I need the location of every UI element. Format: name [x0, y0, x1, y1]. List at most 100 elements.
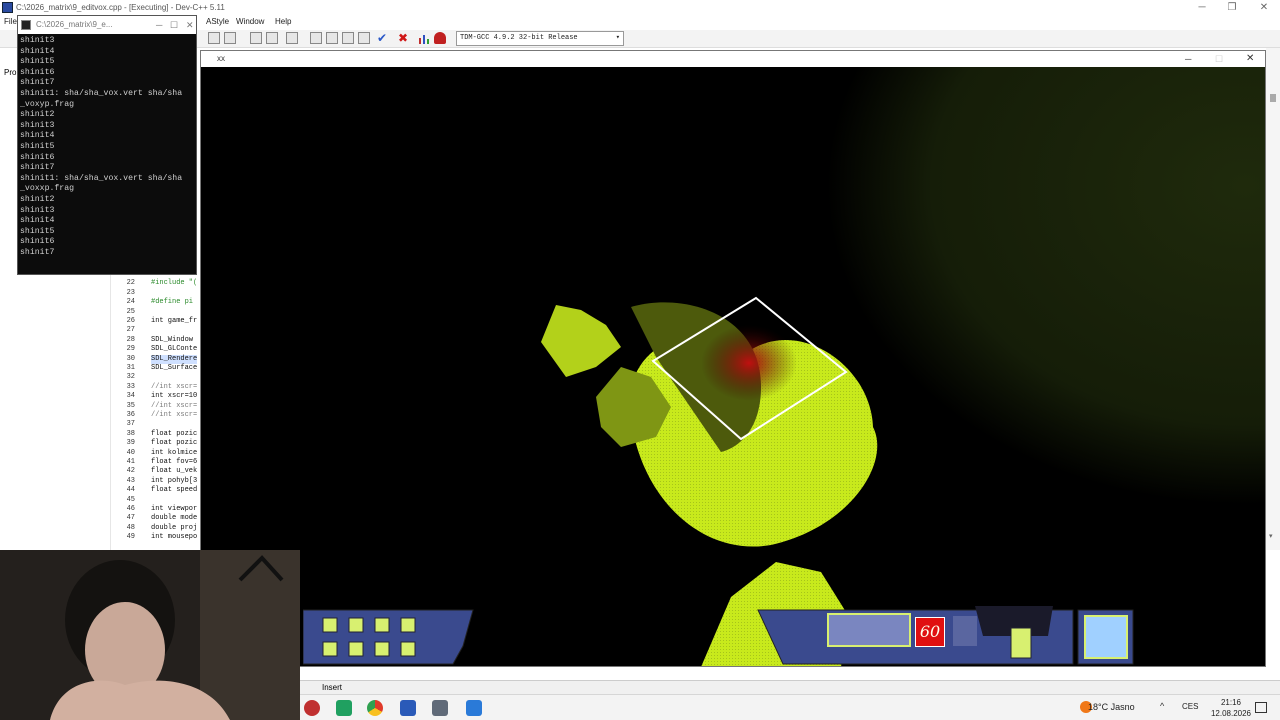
line-number: 24: [126, 298, 135, 307]
menu-astyle[interactable]: AStyle: [206, 17, 229, 26]
scroll-down-icon[interactable]: ▾: [1269, 532, 1273, 540]
notifications-icon[interactable]: [1255, 702, 1267, 713]
console-output: shinit3 shinit4 shinit5 shinit6 shinit7 shini…: [20, 36, 196, 272]
code-line: int game_fr: [151, 317, 198, 325]
voxel-scene: [541, 51, 1265, 666]
code-line: float pozic: [151, 439, 198, 448]
fps-counter: 60: [915, 617, 945, 647]
line-number: 42: [126, 467, 135, 476]
clock[interactable]: 21:16 12.08.2026: [1200, 697, 1262, 719]
code-line: int viewpor: [151, 505, 198, 513]
compiler-select-value: TDM-GCC 4.9.2 32-bit Release: [460, 34, 578, 42]
code-line: int mousepo: [151, 533, 198, 542]
line-number: 38: [126, 429, 135, 438]
check-syntax-icon[interactable]: ✔: [377, 32, 389, 44]
chart-icon[interactable]: [418, 33, 430, 44]
code-line: int xscr=10: [151, 392, 198, 401]
toolbar-button[interactable]: [208, 32, 220, 44]
line-number: 39: [126, 439, 135, 448]
console-line: _voxxp.frag: [20, 184, 75, 194]
line-number: 48: [126, 523, 135, 532]
line-number: 29: [126, 345, 135, 354]
editor-scrollbar[interactable]: ▾: [1266, 48, 1280, 550]
chrome-icon[interactable]: [367, 700, 383, 716]
console-window: C:\2026_matrix\9_e... ─ ☐ ✕ shinit3 shini…: [17, 15, 197, 275]
toolbar-button[interactable]: [358, 32, 370, 44]
minimize-button[interactable]: ─: [1186, 0, 1218, 16]
console-line: shinit7: [20, 247, 55, 257]
app-icon[interactable]: [336, 700, 352, 716]
console-line: shinit1: sha/sha_vox.vert sha/sha: [20, 88, 183, 98]
game-taskbar-icon[interactable]: [466, 700, 482, 716]
scrollbar-thumb[interactable]: [1270, 94, 1276, 102]
line-number: 45: [126, 495, 135, 504]
line-number: 49: [126, 533, 135, 542]
chevron-down-icon: ▾: [615, 34, 620, 42]
console-line: shinit3: [20, 205, 55, 215]
console-line: shinit5: [20, 57, 55, 67]
toolbar-button[interactable]: [342, 32, 354, 44]
console-line: shinit5: [20, 141, 55, 151]
console-line: shinit6: [20, 237, 55, 247]
app-icon[interactable]: [304, 700, 320, 716]
console-line: shinit3: [20, 120, 55, 130]
menu-file[interactable]: File: [4, 17, 17, 26]
compiler-select[interactable]: TDM-GCC 4.9.2 32-bit Release ▾: [456, 31, 624, 46]
console-line: _voxyp.frag: [20, 99, 75, 109]
line-number: 26: [126, 317, 135, 325]
menu-window[interactable]: Window: [236, 17, 264, 26]
toolbar-button[interactable]: [286, 32, 298, 44]
console-line: shinit2: [20, 110, 55, 120]
line-number: 41: [126, 458, 135, 466]
toolbar-button[interactable]: [326, 32, 338, 44]
line-number: 28: [126, 335, 135, 344]
game-hud: [303, 606, 1134, 665]
webcam-overlay: [0, 550, 300, 720]
toolbar-button[interactable]: [310, 32, 322, 44]
console-app-icon: [21, 20, 31, 30]
console-minimize-button[interactable]: ─: [156, 16, 162, 34]
game-maximize-button[interactable]: ☐: [1215, 51, 1223, 67]
ide-titlebar: C:\2026_matrix\9_editvox.cpp - [Executin…: [0, 0, 1280, 16]
language-indicator[interactable]: CES: [1182, 702, 1198, 711]
code-line: float fov=6: [151, 458, 198, 466]
project-tab[interactable]: Pro: [4, 68, 16, 77]
redo-button[interactable]: [266, 32, 278, 44]
console-maximize-button[interactable]: ☐: [170, 16, 178, 34]
console-line: shinit4: [20, 131, 55, 141]
console-line: shinit6: [20, 152, 55, 162]
line-number: 43: [126, 476, 135, 485]
voxel-ridge: [541, 305, 621, 377]
devcpp-taskbar-icon[interactable]: [400, 700, 416, 716]
line-number: 25: [126, 307, 135, 316]
code-editor[interactable]: 21#include "22#include "(2324#define pi2…: [110, 268, 200, 550]
game-window-title: xx: [217, 54, 225, 63]
line-number: 47: [126, 514, 135, 523]
code-line: float speed: [151, 486, 198, 495]
taskbar: 18°C Jasno ^ CES 21:16 12.08.2026: [300, 694, 1280, 720]
close-button[interactable]: ✕: [1248, 0, 1280, 16]
profile-icon[interactable]: [434, 32, 446, 44]
game-minimize-button[interactable]: ─: [1185, 51, 1191, 67]
console-close-button[interactable]: ✕: [186, 16, 194, 34]
game-close-button[interactable]: ✕: [1246, 51, 1254, 67]
line-number: 35: [126, 401, 135, 410]
code-line: #include "(: [151, 279, 198, 288]
line-number: 36: [126, 411, 135, 419]
console-window-title: C:\2026_matrix\9_e...: [36, 20, 113, 29]
chevron-up-icon[interactable]: ^: [1160, 701, 1164, 711]
undo-button[interactable]: [250, 32, 262, 44]
menu-help[interactable]: Help: [275, 17, 291, 26]
stop-execution-icon[interactable]: ✖: [398, 32, 410, 44]
devcpp-app-icon: [2, 2, 13, 13]
code-line: //int xscr=: [151, 382, 198, 391]
toolbar-button[interactable]: [224, 32, 236, 44]
weather-text[interactable]: 18°C Jasno: [1088, 702, 1135, 712]
line-number: 22: [126, 279, 135, 288]
game-viewport[interactable]: [201, 51, 1265, 666]
red-glow: [701, 325, 797, 401]
restore-button[interactable]: ❐: [1216, 0, 1248, 16]
console-taskbar-icon[interactable]: [432, 700, 448, 716]
line-number: 31: [126, 364, 135, 372]
game-titlebar: xx ─ ☐ ✕: [201, 51, 1265, 67]
